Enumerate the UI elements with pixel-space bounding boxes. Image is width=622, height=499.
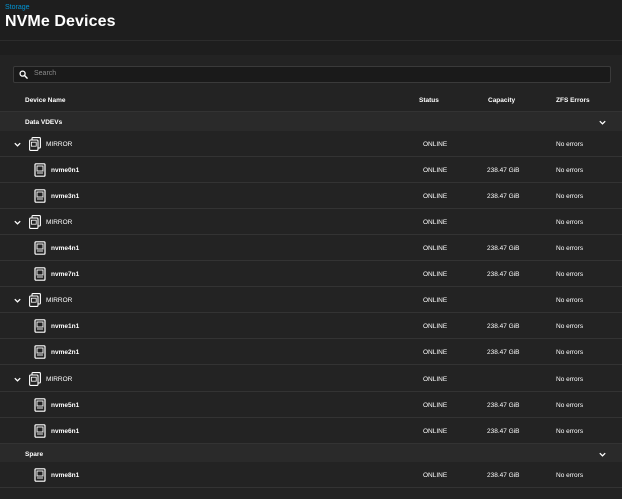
device-name: nvme1n1 bbox=[51, 323, 80, 330]
breadcrumb-storage[interactable]: Storage bbox=[5, 4, 30, 11]
column-device-name[interactable]: Device Name bbox=[25, 97, 65, 104]
disk-icon bbox=[34, 345, 46, 359]
device-status: ONLINE bbox=[423, 297, 448, 304]
device-name: MIRROR bbox=[46, 219, 73, 226]
header-divider bbox=[0, 40, 622, 41]
device-name: nvme6n1 bbox=[51, 428, 80, 435]
device-status: ONLINE bbox=[423, 349, 448, 356]
device-name: nvme5n1 bbox=[51, 402, 80, 409]
device-zfs-errors: No errors bbox=[556, 271, 584, 278]
disk-icon bbox=[34, 163, 46, 177]
device-zfs-errors: No errors bbox=[556, 219, 584, 226]
disk-row[interactable]: nvme7n1 ONLINE 238.47 GiB No errors bbox=[0, 261, 622, 287]
disk-icon bbox=[34, 424, 46, 438]
vdev-row[interactable]: MIRROR ONLINE No errors bbox=[0, 366, 622, 392]
device-status: ONLINE bbox=[423, 193, 448, 200]
disk-icon bbox=[34, 241, 46, 255]
device-capacity: 238.47 GiB bbox=[487, 271, 520, 278]
disk-icon bbox=[34, 398, 46, 412]
device-status: ONLINE bbox=[423, 323, 448, 330]
vdev-row[interactable]: MIRROR ONLINE No errors bbox=[0, 131, 622, 157]
device-name: MIRROR bbox=[46, 141, 73, 148]
device-name: nvme0n1 bbox=[51, 167, 80, 174]
chevron-down-icon[interactable] bbox=[13, 218, 22, 227]
vdev-row[interactable]: MIRROR ONLINE No errors bbox=[0, 209, 622, 235]
device-status: ONLINE bbox=[423, 472, 448, 479]
device-capacity: 238.47 GiB bbox=[487, 428, 520, 435]
device-status: ONLINE bbox=[423, 271, 448, 278]
device-name: MIRROR bbox=[46, 297, 73, 304]
mirror-icon bbox=[29, 137, 41, 151]
disk-icon bbox=[34, 319, 46, 333]
device-zfs-errors: No errors bbox=[556, 376, 584, 383]
disk-icon bbox=[34, 468, 46, 482]
device-name: nvme2n1 bbox=[51, 349, 80, 356]
device-name: nvme7n1 bbox=[51, 271, 80, 278]
mirror-icon bbox=[29, 293, 41, 307]
device-name: MIRROR bbox=[46, 376, 73, 383]
search-icon bbox=[19, 70, 28, 79]
chevron-down-icon[interactable] bbox=[13, 375, 22, 384]
device-zfs-errors: No errors bbox=[556, 193, 584, 200]
device-zfs-errors: No errors bbox=[556, 428, 584, 435]
device-capacity: 238.47 GiB bbox=[487, 193, 520, 200]
device-zfs-errors: No errors bbox=[556, 349, 584, 356]
device-status: ONLINE bbox=[423, 141, 448, 148]
device-status: ONLINE bbox=[423, 219, 448, 226]
device-capacity: 238.47 GiB bbox=[487, 349, 520, 356]
group-title: Spare bbox=[25, 451, 44, 458]
device-zfs-errors: No errors bbox=[556, 472, 584, 479]
column-status[interactable]: Status bbox=[419, 97, 439, 104]
disk-row[interactable]: nvme8n1 ONLINE 238.47 GiB No errors bbox=[0, 462, 622, 488]
device-status: ONLINE bbox=[423, 245, 448, 252]
device-zfs-errors: No errors bbox=[556, 323, 584, 330]
device-name: nvme3n1 bbox=[51, 193, 80, 200]
chevron-down-icon[interactable] bbox=[13, 140, 22, 149]
disk-icon bbox=[34, 267, 46, 281]
device-capacity: 238.47 GiB bbox=[487, 245, 520, 252]
device-capacity: 238.47 GiB bbox=[487, 472, 520, 479]
disk-icon bbox=[34, 189, 46, 203]
mirror-icon bbox=[29, 372, 41, 386]
search-placeholder: Search bbox=[34, 70, 57, 77]
disk-row[interactable]: nvme2n1 ONLINE 238.47 GiB No errors bbox=[0, 339, 622, 365]
column-capacity[interactable]: Capacity bbox=[488, 97, 515, 104]
vdev-row[interactable]: MIRROR ONLINE No errors bbox=[0, 287, 622, 313]
page-title: NVMe Devices bbox=[5, 13, 116, 30]
device-zfs-errors: No errors bbox=[556, 245, 584, 252]
group-title: Data VDEVs bbox=[25, 119, 63, 126]
device-status: ONLINE bbox=[423, 402, 448, 409]
device-zfs-errors: No errors bbox=[556, 167, 584, 174]
chevron-down-icon[interactable] bbox=[13, 296, 22, 305]
disk-row[interactable]: nvme4n1 ONLINE 238.47 GiB No errors bbox=[0, 235, 622, 261]
search-input[interactable]: Search bbox=[13, 66, 611, 83]
device-name: nvme4n1 bbox=[51, 245, 80, 252]
disk-row[interactable]: nvme6n1 ONLINE 238.47 GiB No errors bbox=[0, 418, 622, 444]
device-name: nvme8n1 bbox=[51, 472, 80, 479]
mirror-icon bbox=[29, 215, 41, 229]
chevron-down-icon[interactable] bbox=[598, 450, 607, 459]
disk-row[interactable]: nvme5n1 ONLINE 238.47 GiB No errors bbox=[0, 392, 622, 418]
device-zfs-errors: No errors bbox=[556, 297, 584, 304]
device-status: ONLINE bbox=[423, 167, 448, 174]
table-header: Device Name Status Capacity ZFS Errors bbox=[0, 91, 622, 112]
device-capacity: 238.47 GiB bbox=[487, 323, 520, 330]
device-status: ONLINE bbox=[423, 428, 448, 435]
device-capacity: 238.47 GiB bbox=[487, 167, 520, 174]
device-zfs-errors: No errors bbox=[556, 141, 584, 148]
disk-row[interactable]: nvme0n1 ONLINE 238.47 GiB No errors bbox=[0, 157, 622, 183]
device-capacity: 238.47 GiB bbox=[487, 402, 520, 409]
device-status: ONLINE bbox=[423, 376, 448, 383]
page-header: Storage NVMe Devices bbox=[0, 0, 622, 42]
chevron-down-icon[interactable] bbox=[598, 118, 607, 127]
device-zfs-errors: No errors bbox=[556, 402, 584, 409]
disk-row[interactable]: nvme3n1 ONLINE 238.47 GiB No errors bbox=[0, 183, 622, 209]
disk-row[interactable]: nvme1n1 ONLINE 238.47 GiB No errors bbox=[0, 313, 622, 339]
column-zfs-errors[interactable]: ZFS Errors bbox=[556, 97, 590, 104]
